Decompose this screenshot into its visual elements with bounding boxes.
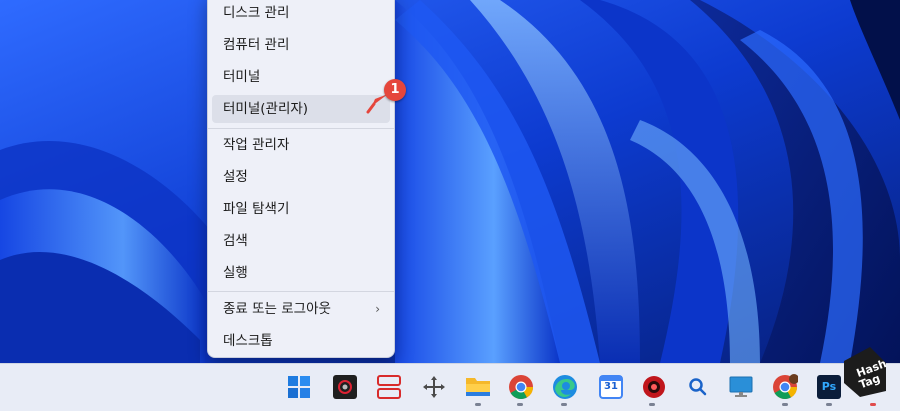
desktop: 디스크 관리 컴퓨터 관리 터미널 터미널(관리자) 작업 관리자 설정 파일 … — [0, 0, 900, 363]
menu-item-settings[interactable]: 설정 — [212, 163, 390, 191]
menu-item-terminal-admin[interactable]: 터미널(관리자) — [212, 95, 390, 123]
menu-item-search[interactable]: 검색 — [212, 227, 390, 255]
running-indicator — [870, 403, 876, 406]
red-app-icon[interactable] — [639, 372, 669, 402]
move-arrows-icon[interactable] — [419, 372, 449, 402]
menu-item-terminal[interactable]: 터미널 — [212, 63, 390, 91]
menu-item-computer-management[interactable]: 컴퓨터 관리 — [212, 31, 390, 59]
chrome-icon[interactable] — [506, 372, 536, 402]
calendar-day: 31 — [604, 381, 618, 392]
menu-separator — [208, 128, 394, 129]
running-indicator — [517, 403, 523, 406]
running-indicator — [475, 403, 481, 406]
wallpaper-bloom — [0, 0, 900, 363]
start-context-menu: 디스크 관리 컴퓨터 관리 터미널 터미널(관리자) 작업 관리자 설정 파일 … — [207, 0, 395, 358]
calendar-icon[interactable]: 31 — [596, 372, 626, 402]
menu-item-desktop[interactable]: 데스크톱 — [212, 327, 390, 355]
running-indicator — [649, 403, 655, 406]
menu-item-shutdown-signout[interactable]: 종료 또는 로그아웃 › — [212, 295, 390, 323]
edge-icon[interactable] — [550, 372, 580, 402]
running-indicator — [826, 403, 832, 406]
windows-start-icon[interactable] — [284, 372, 314, 402]
menu-item-disk-management[interactable]: 디스크 관리 — [212, 0, 390, 27]
running-indicator — [782, 403, 788, 406]
hashtag-watermark-logo: Hash Tag — [840, 343, 890, 399]
photoshop-label: Ps — [817, 375, 841, 399]
snap-layout-icon[interactable] — [374, 372, 404, 402]
step-badge: 1 — [384, 79, 406, 101]
menu-separator — [208, 291, 394, 292]
chevron-right-icon: › — [375, 302, 380, 316]
chrome-profile-icon[interactable] — [770, 372, 800, 402]
menu-item-label: 종료 또는 로그아웃 — [223, 301, 331, 317]
file-explorer-icon[interactable] — [463, 372, 493, 402]
taskbar: 31 Ps — [0, 363, 900, 411]
menu-item-task-manager[interactable]: 작업 관리자 — [212, 131, 390, 159]
menu-item-run[interactable]: 실행 — [212, 259, 390, 287]
search-icon[interactable] — [683, 372, 713, 402]
running-indicator — [561, 403, 567, 406]
monitor-icon[interactable] — [726, 372, 756, 402]
camera-app-icon[interactable] — [330, 372, 360, 402]
menu-item-file-explorer[interactable]: 파일 탐색기 — [212, 195, 390, 223]
